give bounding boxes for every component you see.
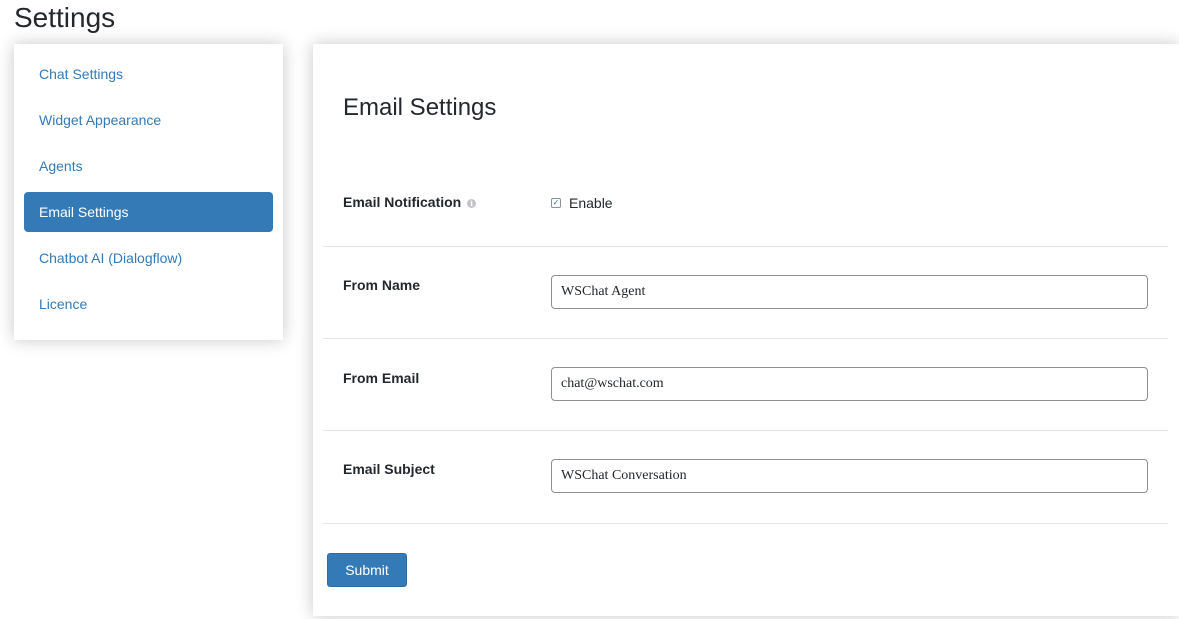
panel-title: Email Settings xyxy=(343,94,497,121)
email-subject-row: Email Subject xyxy=(323,431,1168,524)
sidebar-item-widget-appearance[interactable]: Widget Appearance xyxy=(24,100,273,140)
email-subject-input[interactable] xyxy=(551,459,1148,493)
sidebar-item-chatbot-ai[interactable]: Chatbot AI (Dialogflow) xyxy=(24,238,273,278)
from-email-row: From Email xyxy=(323,339,1168,431)
email-notification-label-wrap: Email Notification i xyxy=(343,194,477,210)
sidebar-menu: Chat Settings Widget Appearance Agents E… xyxy=(14,54,283,324)
sidebar-item-chat-settings[interactable]: Chat Settings xyxy=(24,54,273,94)
sidebar-item-email-settings[interactable]: Email Settings xyxy=(24,192,273,232)
page-title: Settings xyxy=(14,2,116,33)
from-email-label: From Email xyxy=(343,370,420,386)
sidebar-item-agents[interactable]: Agents xyxy=(24,146,273,186)
settings-sidebar: Chat Settings Widget Appearance Agents E… xyxy=(14,44,283,340)
info-icon[interactable]: i xyxy=(467,198,477,208)
from-email-input[interactable] xyxy=(551,367,1148,401)
email-notification-label: Email Notification xyxy=(343,194,462,210)
from-name-input[interactable] xyxy=(551,275,1148,309)
enable-checkbox-label: Enable xyxy=(569,195,613,211)
sidebar-item-licence[interactable]: Licence xyxy=(24,284,273,324)
email-subject-label: Email Subject xyxy=(343,461,435,477)
enable-checkbox[interactable]: ✓ xyxy=(551,198,561,208)
email-notification-toggle[interactable]: ✓ Enable xyxy=(551,195,613,211)
email-settings-panel: Email Settings Email Notification i ✓ En… xyxy=(313,44,1179,616)
from-name-label: From Name xyxy=(343,277,421,293)
email-notification-row: Email Notification i ✓ Enable xyxy=(323,162,1168,247)
submit-button[interactable]: Submit xyxy=(327,553,407,587)
from-name-row: From Name xyxy=(323,247,1168,339)
